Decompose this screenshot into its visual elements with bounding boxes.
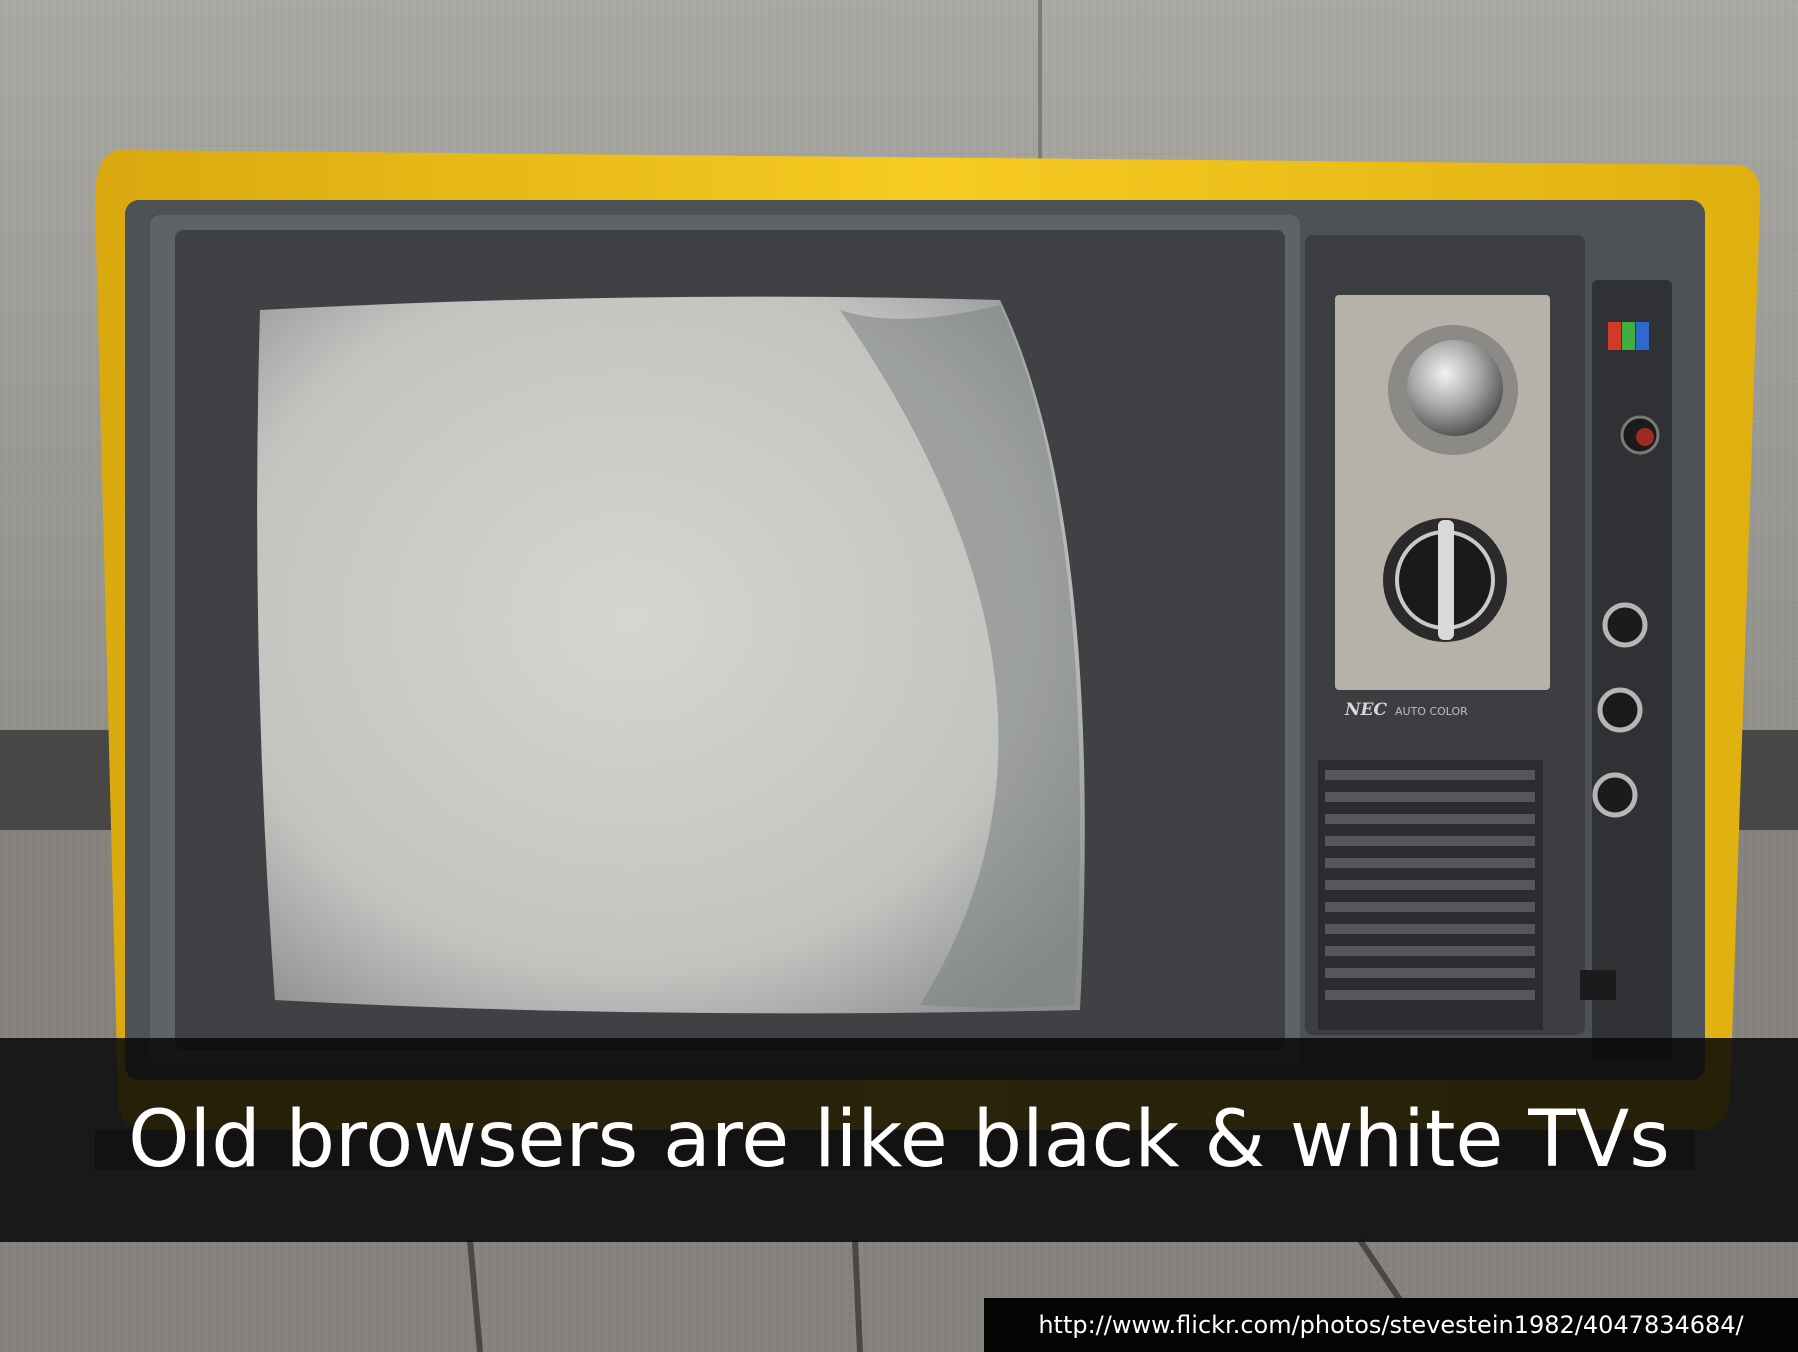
photo-credit-bar: http://www.flickr.com/photos/stevestein1… [984,1298,1798,1352]
photo-credit-url: http://www.flickr.com/photos/stevestein1… [1038,1311,1744,1339]
speaker-grille [1318,760,1543,1030]
svg-text:AUTO COLOR: AUTO COLOR [1395,705,1468,718]
tuner-knob [1407,340,1503,436]
caption-bar: Old browsers are like black & white TVs [0,1038,1798,1242]
rgb-logo [1608,322,1621,350]
brand-label: NEC [1344,700,1387,720]
slide-caption: Old browsers are like black & white TVs [128,1095,1670,1185]
